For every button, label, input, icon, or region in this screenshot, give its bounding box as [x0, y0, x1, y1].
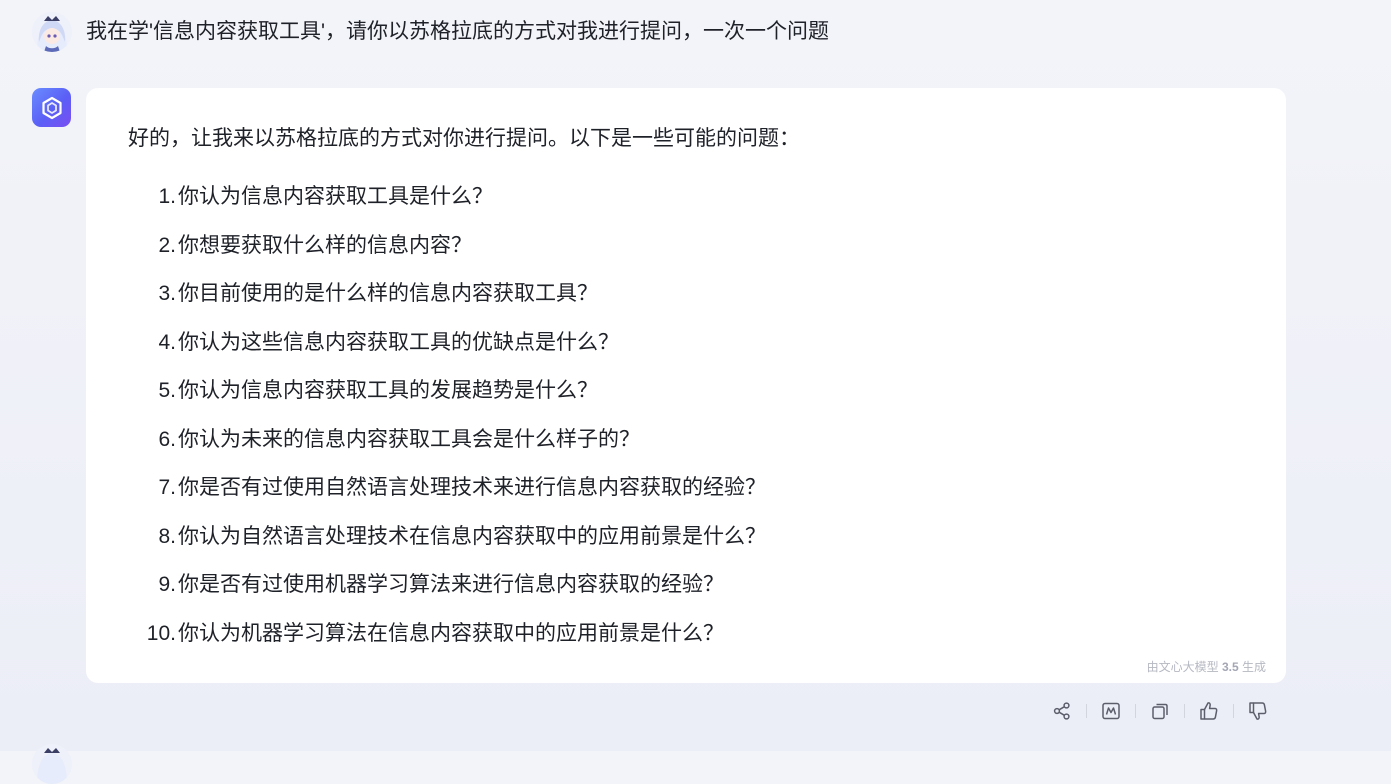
generated-by-prefix: 由文心大模型 — [1146, 660, 1219, 674]
list-item-number: 8. — [158, 524, 176, 548]
list-item-text: 你是否有过使用自然语言处理技术来进行信息内容获取的经验？ — [178, 476, 766, 499]
generated-by-suffix: 生成 — [1241, 660, 1266, 674]
user-avatar[interactable] — [32, 12, 72, 52]
toolbar-divider — [1086, 704, 1087, 718]
list-item-text: 你认为机器学习算法在信息内容获取中的应用前景是什么？ — [178, 621, 724, 645]
list-item-number: 10. — [146, 621, 176, 645]
bot-answer-card: 好的，让我来以苏格拉底的方式对你进行提问。以下是一些可能的问题： 1. 你认为信息… — [86, 88, 1286, 683]
list-item-number: 1. — [158, 185, 176, 208]
answer-intro: 好的，让我来以苏格拉底的方式对你进行提问。以下是一些可能的问题： — [128, 127, 800, 150]
list-item-number: 7. — [158, 476, 176, 499]
list-item: 4. 你认为这些信息内容获取工具的优缺点是什么？ — [128, 328, 766, 377]
list-item-text: 你认为信息内容获取工具的发展趋势是什么？ — [178, 379, 598, 402]
next-user-avatar — [32, 744, 72, 784]
toolbar-divider — [1233, 704, 1234, 718]
summary-icon — [1102, 702, 1120, 720]
question-list: 1. 你认为信息内容获取工具是什么？ 2. 你想要获取什么样的信息内容？ 3. 你目前… — [128, 182, 766, 667]
list-item-number: 3. — [158, 282, 176, 305]
thumbs-down-icon — [1249, 702, 1267, 720]
anime-girl-avatar-icon — [32, 744, 72, 784]
list-item-text: 你认为自然语言处理技术在信息内容获取中的应用前景是什么？ — [178, 524, 766, 548]
list-item-number: 6. — [158, 427, 176, 451]
list-item: 6. 你认为未来的信息内容获取工具会是什么样子的？ — [128, 425, 766, 474]
model-version: 3.5 — [1221, 660, 1239, 674]
bot-avatar — [32, 88, 71, 127]
list-item: 1. 你认为信息内容获取工具是什么？ — [128, 182, 766, 231]
list-item-text: 你是否有过使用机器学习算法来进行信息内容获取的经验？ — [178, 573, 724, 596]
list-item-number: 2. — [158, 233, 176, 257]
summary-button[interactable] — [1097, 697, 1125, 725]
thumbs-down-button[interactable] — [1244, 697, 1272, 725]
share-button[interactable] — [1048, 697, 1076, 725]
thumbs-up-button[interactable] — [1195, 697, 1223, 725]
list-item-number: 4. — [158, 330, 176, 354]
user-message-text: 我在学'信息内容获取工具'，请你以苏格拉底的方式对我进行提问，一次一个问题 — [86, 20, 830, 43]
thumbs-up-icon — [1200, 702, 1218, 720]
list-item: 3. 你目前使用的是什么样的信息内容获取工具？ — [128, 279, 766, 328]
list-item-text: 你想要获取什么样的信息内容？ — [178, 233, 472, 257]
toolbar-divider — [1184, 704, 1185, 718]
list-item-text: 你目前使用的是什么样的信息内容获取工具？ — [178, 282, 598, 305]
share-icon — [1053, 702, 1070, 720]
list-item: 2. 你想要获取什么样的信息内容？ — [128, 231, 766, 280]
ernie-bot-logo-icon — [41, 96, 62, 119]
list-item: 5. 你认为信息内容获取工具的发展趋势是什么？ — [128, 376, 766, 425]
anime-girl-avatar-icon — [32, 12, 72, 52]
user-message-row: 我在学'信息内容获取工具'，请你以苏格拉底的方式对我进行提问，一次一个问题 — [32, 12, 829, 52]
toolbar-divider — [1135, 704, 1136, 718]
list-item-text: 你认为信息内容获取工具是什么？ — [178, 185, 493, 208]
answer-actions-toolbar — [1048, 695, 1272, 727]
list-item: 7. 你是否有过使用自然语言处理技术来进行信息内容获取的经验？ — [128, 473, 766, 522]
list-item-number: 9. — [158, 573, 176, 596]
copy-button[interactable] — [1146, 697, 1174, 725]
generated-by-note: 由文心大模型 3.5 生成 — [1147, 658, 1266, 675]
list-item: 8. 你认为自然语言处理技术在信息内容获取中的应用前景是什么？ — [128, 522, 766, 571]
list-item: 9. 你是否有过使用机器学习算法来进行信息内容获取的经验？ — [128, 570, 766, 619]
list-item-text: 你认为这些信息内容获取工具的优缺点是什么？ — [178, 330, 619, 354]
list-item-number: 5. — [158, 379, 176, 402]
list-item: 10. 你认为机器学习算法在信息内容获取中的应用前景是什么？ — [128, 619, 766, 668]
copy-icon — [1152, 703, 1168, 720]
list-item-text: 你认为未来的信息内容获取工具会是什么样子的？ — [178, 427, 640, 451]
